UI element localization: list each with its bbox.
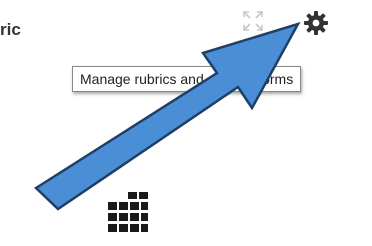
tooltip: Manage rubrics and grading forms xyxy=(72,66,302,92)
gear-icon[interactable] xyxy=(303,10,329,36)
grid-icon[interactable] xyxy=(106,190,150,234)
expand-icon[interactable] xyxy=(242,10,264,32)
tooltip-text: Manage rubrics and grading forms xyxy=(80,71,294,87)
page-title: ric xyxy=(0,20,21,39)
annotation-arrow xyxy=(33,21,301,211)
arrow-shape xyxy=(33,21,301,211)
